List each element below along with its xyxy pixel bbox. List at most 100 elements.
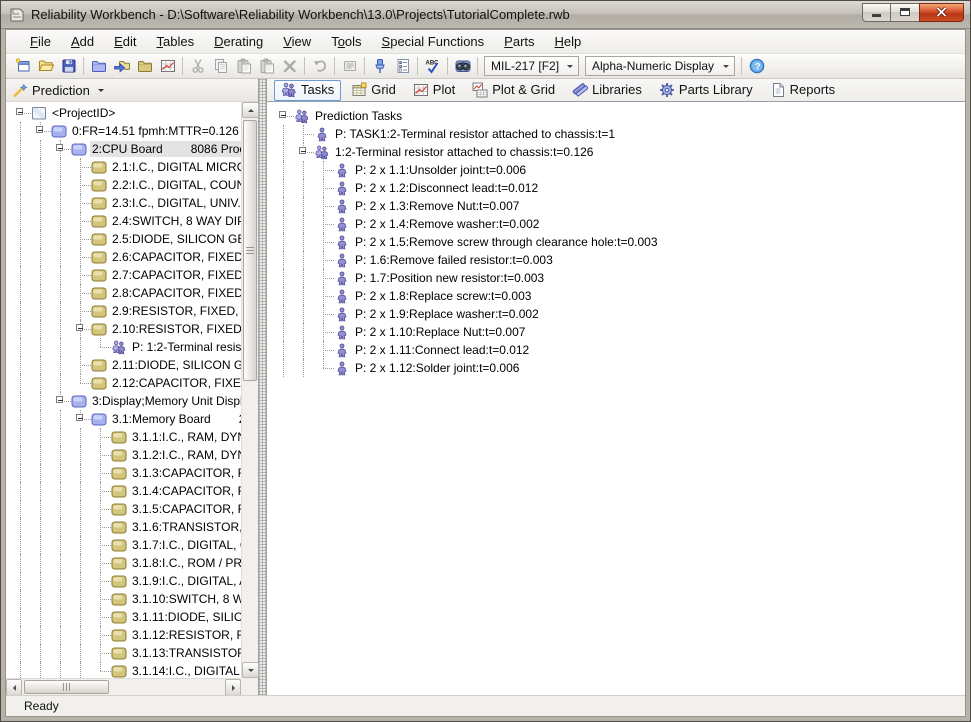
spellcheck-button[interactable]: ABC <box>421 55 444 77</box>
task-tree-row[interactable]: P: 2 x 1.5:Remove screw through clearanc… <box>273 233 965 251</box>
project-tree-row[interactable]: 3.1.13:TRANSISTOR, P <box>10 644 241 662</box>
project-tree-row[interactable]: 2.3:I.C., DIGITAL, UNIV. MU <box>10 194 241 212</box>
task-tree-row[interactable]: P: 2 x 1.8:Replace screw:t=0.003 <box>273 287 965 305</box>
project-tree-row[interactable]: 2.9:RESISTOR, FIXED, FILM <box>10 302 241 320</box>
project-tree-row[interactable]: 3.1.14:I.C., DIGITAL, DA <box>10 662 241 678</box>
menu-edit[interactable]: Edit <box>104 31 146 52</box>
expand-toggle[interactable] <box>36 126 43 133</box>
horizontal-scroll-track[interactable] <box>22 679 225 695</box>
project-tree-row[interactable]: <ProjectID> <box>10 104 241 122</box>
project-tree-row[interactable]: P: 1:2-Terminal resistor <box>10 338 241 356</box>
vertical-scroll-track[interactable] <box>242 118 258 662</box>
vertical-scrollbar[interactable] <box>241 102 258 678</box>
project-tree-row[interactable]: 2.11:DIODE, SILICON GENE <box>10 356 241 374</box>
grid-chart-button[interactable] <box>156 55 179 77</box>
menu-parts[interactable]: Parts <box>494 31 544 52</box>
vertical-scroll-thumb[interactable] <box>243 120 257 381</box>
project-tree-row[interactable]: 3.1.7:I.C., DIGITAL, COU <box>10 536 241 554</box>
scroll-left-button[interactable] <box>6 679 22 696</box>
task-tree-row[interactable]: P: 2 x 1.9:Replace washer:t=0.002 <box>273 305 965 323</box>
project-tree-row[interactable]: 3.1:Memory Board256 <box>10 410 241 428</box>
project-tree-row[interactable]: 2.12:CAPACITOR, FIXED, P <box>10 374 241 392</box>
title-bar[interactable]: Reliability Workbench - D:\Software\Reli… <box>1 1 970 29</box>
project-tree-row[interactable]: 2.10:RESISTOR, FIXED, ME <box>10 320 241 338</box>
project-tree-row[interactable]: 3.1.8:I.C., ROM / PROM, <box>10 554 241 572</box>
task-tree-row[interactable]: P: 2 x 1.1:Unsolder joint:t=0.006 <box>273 161 965 179</box>
task-tree-row[interactable]: P: TASK1:2-Terminal resistor attached to… <box>273 125 965 143</box>
task-tree-row[interactable]: P: 2 x 1.2:Disconnect lead:t=0.012 <box>273 179 965 197</box>
expand-toggle[interactable] <box>76 324 83 331</box>
expand-toggle[interactable] <box>299 147 306 154</box>
undo-button[interactable] <box>308 55 331 77</box>
project-tree-row[interactable]: 2:CPU Board8086 Proce <box>10 140 241 158</box>
task-tree-row[interactable]: P: 1.7:Position new resistor:t=0.003 <box>273 269 965 287</box>
save-button[interactable] <box>57 55 80 77</box>
expand-toggle[interactable] <box>56 396 63 403</box>
project-tree-row[interactable]: 3.1.10:SWITCH, 8 WAY <box>10 590 241 608</box>
add-block-button[interactable] <box>87 55 110 77</box>
menu-add[interactable]: Add <box>61 31 104 52</box>
task-tree-row[interactable]: P: 2 x 1.12:Solder joint:t=0.006 <box>273 359 965 377</box>
task-tree-row[interactable]: P: 2 x 1.3:Remove Nut:t=0.007 <box>273 197 965 215</box>
find-button[interactable] <box>451 55 474 77</box>
scroll-down-button[interactable] <box>242 662 259 678</box>
project-tree-row[interactable]: 3.1.9:I.C., DIGITAL, ARI <box>10 572 241 590</box>
project-tree-row[interactable]: 2.5:DIODE, SILICON GENER <box>10 230 241 248</box>
menu-tables[interactable]: Tables <box>147 31 205 52</box>
minimize-button[interactable] <box>862 3 891 22</box>
project-tree-row[interactable]: 3.1.6:TRANSISTOR, SIL <box>10 518 241 536</box>
tab-tasks[interactable]: Tasks <box>274 80 341 101</box>
menu-derating[interactable]: Derating <box>204 31 273 52</box>
checklist-button[interactable] <box>391 55 414 77</box>
expand-toggle[interactable] <box>279 111 286 118</box>
close-button[interactable] <box>919 3 964 22</box>
panel-splitter[interactable] <box>258 79 267 695</box>
project-tree-row[interactable]: 3.1.3:CAPACITOR, FIXE <box>10 464 241 482</box>
add-component-button[interactable] <box>133 55 156 77</box>
open-button[interactable] <box>34 55 57 77</box>
project-tree-row[interactable]: 2.7:CAPACITOR, FIXED, SC <box>10 266 241 284</box>
menu-special-functions[interactable]: Special Functions <box>372 31 495 52</box>
project-tree-row[interactable]: 3.1.11:DIODE, SILICON <box>10 608 241 626</box>
task-tree-row[interactable]: Prediction Tasks <box>273 107 965 125</box>
project-tree-row[interactable]: 3.1.5:CAPACITOR, FIXE <box>10 500 241 518</box>
project-tree-row[interactable]: 2.8:CAPACITOR, FIXED, SC <box>10 284 241 302</box>
cut-button[interactable] <box>186 55 209 77</box>
menu-file[interactable]: File <box>20 31 61 52</box>
task-tree-row[interactable]: P: 2 x 1.11:Connect lead:t=0.012 <box>273 341 965 359</box>
task-tree-row[interactable]: P: 1.6:Remove failed resistor:t=0.003 <box>273 251 965 269</box>
project-tree-row[interactable]: 2.2:I.C., DIGITAL, COUNTER <box>10 176 241 194</box>
expand-toggle[interactable] <box>76 414 83 421</box>
scroll-right-button[interactable] <box>225 679 241 696</box>
tab-plot-grid[interactable]: Plot & Grid <box>465 80 562 101</box>
display-mode-combo[interactable]: Alpha-Numeric Display <box>585 56 735 76</box>
prediction-pane-header[interactable]: Prediction <box>6 79 258 102</box>
project-tree-row[interactable]: 3.1.2:I.C., RAM, DYNAM <box>10 446 241 464</box>
project-tree-row[interactable]: 3.1.1:I.C., RAM, DYNAM <box>10 428 241 446</box>
task-tree-row[interactable]: P: 2 x 1.10:Replace Nut:t=0.007 <box>273 323 965 341</box>
expand-toggle[interactable] <box>56 144 63 151</box>
project-tree-row[interactable]: 2.6:CAPACITOR, FIXED, CE <box>10 248 241 266</box>
menu-help[interactable]: Help <box>545 31 592 52</box>
notes-button[interactable] <box>338 55 361 77</box>
scroll-up-button[interactable] <box>242 102 259 118</box>
project-tree-row[interactable]: 2.4:SWITCH, 8 WAY DIP:FR <box>10 212 241 230</box>
tab-parts-library[interactable]: Parts Library <box>652 80 760 101</box>
menu-view[interactable]: View <box>273 31 321 52</box>
project-tree-row[interactable]: 0:FR=14.51 fpmh:MTTR=0.126 hrs <box>10 122 241 140</box>
task-tree-row[interactable]: P: 2 x 1.4:Remove washer:t=0.002 <box>273 215 965 233</box>
expand-toggle[interactable] <box>16 108 23 115</box>
delete-button[interactable] <box>278 55 301 77</box>
paste-button[interactable] <box>232 55 255 77</box>
tab-libraries[interactable]: Libraries <box>565 80 649 101</box>
horizontal-scrollbar[interactable] <box>6 678 241 695</box>
project-tree-row[interactable]: 3:Display;Memory Unit Display <box>10 392 241 410</box>
maximize-button[interactable] <box>891 3 919 22</box>
task-tree-row[interactable]: 1:2-Terminal resistor attached to chassi… <box>273 143 965 161</box>
new-project-button[interactable] <box>11 55 34 77</box>
paste-special-button[interactable] <box>255 55 278 77</box>
goto-block-button[interactable] <box>110 55 133 77</box>
horizontal-scroll-thumb[interactable] <box>24 680 109 694</box>
help-button[interactable]: ? <box>745 55 768 77</box>
menu-tools[interactable]: Tools <box>321 31 371 52</box>
